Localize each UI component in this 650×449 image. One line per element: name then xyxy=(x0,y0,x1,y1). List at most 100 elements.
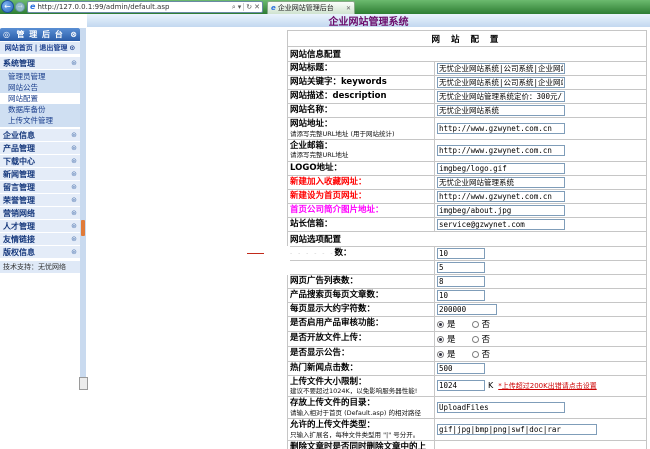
field-label-text: 产品搜索页每页文章数： xyxy=(290,289,384,300)
text-input[interactable] xyxy=(437,190,565,202)
field-value xyxy=(434,360,647,376)
section-toggle-icon[interactable]: ⊛ xyxy=(71,235,77,243)
radio-no[interactable] xyxy=(471,350,479,358)
chevron-down-icon[interactable]: ▾ xyxy=(238,3,242,11)
sidebar-subitem[interactable]: 网站配置 xyxy=(0,93,80,104)
radio-yes[interactable] xyxy=(437,350,444,358)
field-label-text: 网站地址： xyxy=(290,119,333,129)
sidebar-subitem[interactable]: 上传文件管理 xyxy=(0,115,80,126)
field-label: 热门新闻点击数： xyxy=(287,360,435,376)
sidebar-item-label: 版权信息 xyxy=(3,247,35,257)
field-label-text: 网站名称： xyxy=(290,105,333,116)
sidebar-item[interactable]: 企业信息 ⊛ xyxy=(0,129,80,141)
radio-no-label: 否 xyxy=(481,334,491,345)
browser-chrome: ← → e http://127.0.0.1:99/admin/default.… xyxy=(0,0,650,14)
text-input[interactable] xyxy=(437,275,485,287)
field-value: 是否 xyxy=(434,439,647,449)
text-input[interactable] xyxy=(437,303,497,315)
refresh-icon[interactable]: ↻ xyxy=(246,3,252,11)
logout-icon[interactable]: ⊙ xyxy=(69,44,75,52)
section-toggle-icon[interactable]: ⊛ xyxy=(71,144,77,152)
field-label-text: 站长信箱： xyxy=(290,218,333,229)
collapse-icon[interactable]: ⊗ xyxy=(70,30,77,39)
text-input[interactable] xyxy=(437,77,565,88)
field-label-text: 是否显示公告： xyxy=(290,348,350,359)
sidebar-item[interactable]: 友情链接 ⊛ xyxy=(0,233,80,245)
section-toggle-icon[interactable]: ⊛ xyxy=(71,222,77,230)
text-input[interactable] xyxy=(437,105,565,116)
text-input[interactable] xyxy=(437,402,565,414)
field-label: 产品搜索页每页文章数： xyxy=(287,287,435,303)
text-input[interactable] xyxy=(437,247,485,259)
url-text[interactable]: http://127.0.0.1:99/admin/default.asp xyxy=(37,3,229,11)
scrollbar-end-box[interactable] xyxy=(79,377,88,390)
field-value xyxy=(434,259,647,275)
radio-yes[interactable] xyxy=(437,320,444,328)
sidebar-item[interactable]: 版权信息 ⊛ xyxy=(0,246,80,258)
warning-link[interactable]: *上传超过200K出错请点击设置 xyxy=(498,382,596,390)
sidebar-subitem[interactable]: 管理员管理 xyxy=(0,71,80,82)
config-row: 站长信箱： xyxy=(287,216,647,232)
logout-link[interactable]: 退出管理 xyxy=(39,43,67,53)
radio-no[interactable] xyxy=(471,320,479,328)
section-toggle-icon[interactable]: ⊛ xyxy=(71,248,77,256)
text-input[interactable] xyxy=(437,218,565,230)
search-icon[interactable]: ⌕ xyxy=(232,3,236,11)
config-row: 是否显示公告：是否 xyxy=(287,345,647,362)
sidebar-item-label: 人才管理 xyxy=(3,221,35,231)
sidebar-item[interactable]: 荣誉管理 ⊛ xyxy=(0,194,80,206)
sidebar-item[interactable]: 人才管理 ⊛ xyxy=(0,220,80,232)
text-input[interactable] xyxy=(437,204,565,216)
config-row: 热门新闻点击数： xyxy=(287,360,647,376)
text-input[interactable] xyxy=(437,91,565,102)
sidebar-item-system[interactable]: 系统管理 ⊛ xyxy=(0,57,80,69)
text-input[interactable] xyxy=(437,261,485,273)
home-link[interactable]: 网站首页 xyxy=(5,43,33,53)
field-label: 首页公司简介图片地址： xyxy=(287,202,435,218)
text-input[interactable] xyxy=(437,162,565,174)
sidebar-subitem[interactable]: 数据库备份 xyxy=(0,104,80,115)
back-icon[interactable]: ← xyxy=(1,0,14,13)
sidebar-subitem[interactable]: 网站公告 xyxy=(0,82,80,93)
field-label: 是否启用产品审核功能： xyxy=(287,315,435,332)
config-row: 上传文件大小限制：建议不要超过1024K，以免影响服务器性能! K *上传超过200… xyxy=(287,374,647,398)
sidebar-splitter[interactable] xyxy=(80,28,86,390)
field-label: 网页广告列表数： xyxy=(287,273,435,289)
section-toggle-icon[interactable]: ⊛ xyxy=(71,196,77,204)
text-input[interactable] xyxy=(437,63,565,74)
section-toggle-icon[interactable]: ⊛ xyxy=(71,209,77,217)
sidebar-item[interactable]: 营销网络 ⊛ xyxy=(0,207,80,219)
sidebar-item[interactable]: 下载中心 ⊛ xyxy=(0,155,80,167)
radio-yes[interactable] xyxy=(437,335,444,343)
section-toggle-icon[interactable]: ⊛ xyxy=(71,131,77,139)
field-label-text: 允许的上传文件类型： xyxy=(290,420,376,430)
field-label: 允许的上传文件类型： 只输入扩展名，每种文件类型用 "|" 号分开。 xyxy=(287,418,435,441)
field-label: 删除文章时是否同时删除文章中的上传文件：此功能需要FSO支持。 xyxy=(287,439,435,449)
sidebar-item[interactable]: 产品管理 ⊛ xyxy=(0,142,80,154)
sidebar-item-label: 产品管理 xyxy=(3,143,35,153)
field-label xyxy=(228,259,435,275)
sidebar-item[interactable]: 新闻管理 ⊛ xyxy=(0,168,80,180)
text-input[interactable] xyxy=(437,423,597,435)
sidebar-item[interactable]: 留言管理 ⊛ xyxy=(0,181,80,193)
address-bar[interactable]: e http://127.0.0.1:99/admin/default.asp … xyxy=(27,1,263,13)
section-toggle-icon[interactable]: ⊛ xyxy=(71,183,77,191)
text-input[interactable] xyxy=(437,362,485,374)
forward-icon[interactable]: → xyxy=(15,2,25,12)
config-row: 存放上传文件的目录： 请输入相对于首页 (Default.asp) 的相对路径 xyxy=(287,396,647,419)
section-toggle-icon[interactable]: ⊛ xyxy=(71,157,77,165)
text-input[interactable] xyxy=(437,122,565,134)
tab-close-icon[interactable]: ✕ xyxy=(346,5,351,12)
stop-icon[interactable]: ✕ xyxy=(254,3,260,11)
text-input[interactable] xyxy=(437,289,485,301)
section-toggle-icon[interactable]: ⊛ xyxy=(71,59,77,67)
section-toggle-icon[interactable]: ⊛ xyxy=(71,170,77,178)
config-row: 允许的上传文件类型： 只输入扩展名，每种文件类型用 "|" 号分开。 xyxy=(287,418,647,441)
text-input[interactable] xyxy=(437,380,485,392)
sidebar-header: ◎ 管 理 后 台 ⊗ xyxy=(0,28,80,41)
text-input[interactable] xyxy=(437,176,565,188)
text-input[interactable] xyxy=(437,144,565,156)
tab-title: 企业网站管理后台 xyxy=(277,4,334,12)
splitter-handle[interactable] xyxy=(81,220,85,236)
radio-no[interactable] xyxy=(471,335,479,343)
